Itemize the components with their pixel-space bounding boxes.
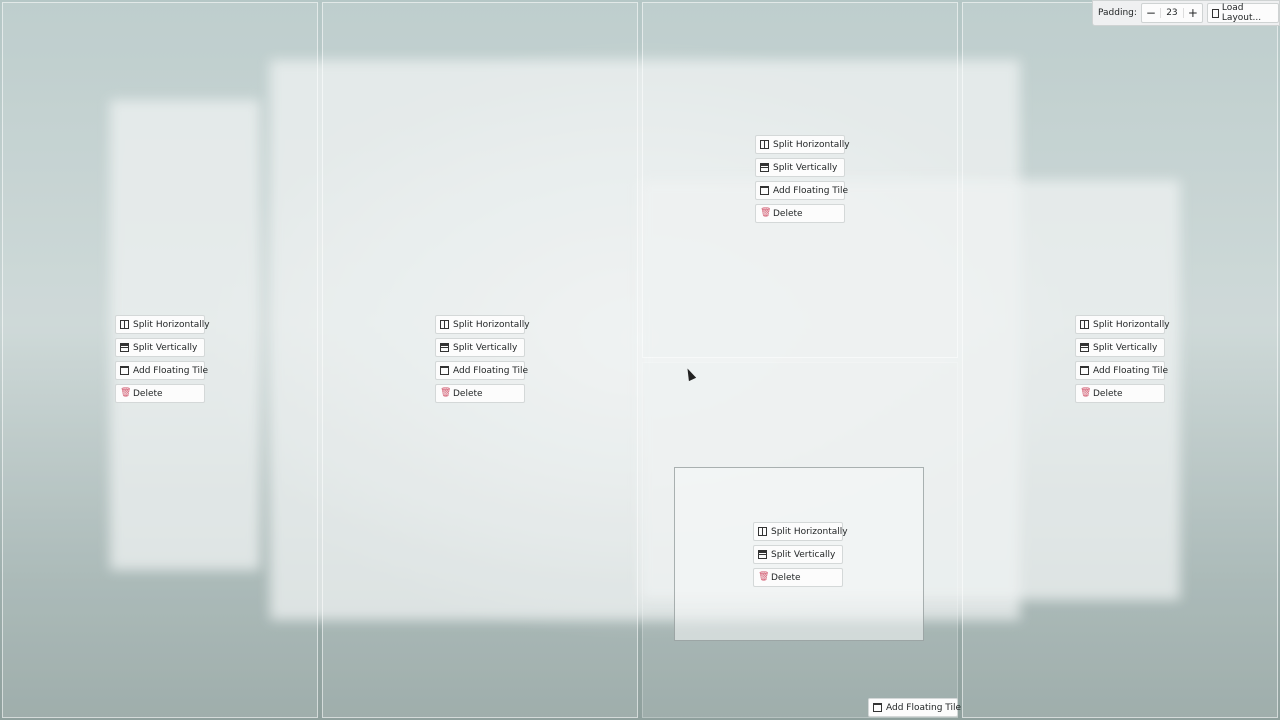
button-label: Delete xyxy=(771,572,801,583)
split-horizontal-icon xyxy=(760,140,769,149)
split-vertically-button[interactable]: Split Vertically xyxy=(753,545,843,564)
button-label: Delete xyxy=(133,388,163,399)
floating-tile-icon xyxy=(760,186,769,195)
floating-tile-icon xyxy=(873,703,882,712)
floating-tile-icon xyxy=(120,366,129,375)
split-vertically-button[interactable]: Split Vertically xyxy=(435,338,525,357)
trash-icon: 🗑︎ xyxy=(760,208,772,218)
tiling-editor: Split Horizontally Split Vertically Add Fl… xyxy=(0,0,1280,720)
split-vertical-icon xyxy=(758,550,767,559)
button-label: Add Floating Tile xyxy=(453,365,529,376)
button-label: Delete xyxy=(773,208,803,219)
document-icon xyxy=(1211,8,1219,18)
tile-column-1-actions: Split Horizontally Split Vertically Add Fl… xyxy=(115,315,210,403)
split-vertically-button[interactable]: Split Vertically xyxy=(115,338,205,357)
split-vertically-button[interactable]: Split Vertically xyxy=(755,158,845,177)
button-label: Split Horizontally xyxy=(133,319,210,330)
add-floating-tile-button[interactable]: Add Floating Tile xyxy=(435,361,529,380)
button-label: Split Vertically xyxy=(1093,342,1158,353)
delete-button[interactable]: 🗑︎ Delete xyxy=(435,384,525,403)
button-label: Split Horizontally xyxy=(453,319,530,330)
trash-icon: 🗑︎ xyxy=(120,388,132,398)
floating-tile-icon xyxy=(1080,366,1089,375)
trash-icon: 🗑︎ xyxy=(758,572,770,582)
split-vertical-icon xyxy=(120,343,129,352)
tile-column-4-actions: Split Horizontally Split Vertically Add Fl… xyxy=(1075,315,1170,403)
button-label: Split Vertically xyxy=(773,162,838,173)
button-label: Split Horizontally xyxy=(771,526,848,537)
button-label: Add Floating Tile xyxy=(773,185,849,196)
button-label: Delete xyxy=(453,388,483,399)
tile-column-2-actions: Split Horizontally Split Vertically Add Fl… xyxy=(435,315,530,403)
split-horizontally-button[interactable]: Split Horizontally xyxy=(115,315,210,334)
split-horizontally-button[interactable]: Split Horizontally xyxy=(435,315,530,334)
button-label: Delete xyxy=(1093,388,1123,399)
button-label: Split Vertically xyxy=(771,549,836,560)
floating-tile-actions: Split Horizontally Split Vertically 🗑︎ Dele… xyxy=(753,522,848,587)
trash-icon: 🗑︎ xyxy=(1080,388,1092,398)
split-vertical-icon xyxy=(440,343,449,352)
button-label: Add Floating Tile xyxy=(886,702,962,713)
button-label: Split Vertically xyxy=(133,342,198,353)
increment-button[interactable]: + xyxy=(1184,6,1202,20)
delete-button[interactable]: 🗑︎ Delete xyxy=(115,384,205,403)
delete-button[interactable]: 🗑︎ Delete xyxy=(755,204,845,223)
split-horizontal-icon xyxy=(758,527,767,536)
add-floating-tile-button[interactable]: Add Floating Tile xyxy=(1075,361,1169,380)
split-vertically-button[interactable]: Split Vertically xyxy=(1075,338,1165,357)
add-floating-tile-button[interactable]: Add Floating Tile xyxy=(115,361,209,380)
delete-button[interactable]: 🗑︎ Delete xyxy=(1075,384,1165,403)
trash-icon: 🗑︎ xyxy=(440,388,452,398)
tile-column-3-top-actions: Split Horizontally Split Vertically Add Fl… xyxy=(755,135,850,223)
load-layout-button[interactable]: Load Layout... xyxy=(1206,3,1279,23)
add-floating-tile-button[interactable]: Add Floating Tile xyxy=(755,181,849,200)
decrement-button[interactable]: − xyxy=(1142,6,1160,20)
button-label: Load Layout... xyxy=(1221,3,1262,23)
button-label: Add Floating Tile xyxy=(133,365,209,376)
split-horizontally-button[interactable]: Split Horizontally xyxy=(755,135,850,154)
split-horizontally-button[interactable]: Split Horizontally xyxy=(1075,315,1170,334)
delete-button[interactable]: 🗑︎ Delete xyxy=(753,568,843,587)
button-label: Split Horizontally xyxy=(773,139,850,150)
button-label: Add Floating Tile xyxy=(1093,365,1169,376)
floating-tile-icon xyxy=(440,366,449,375)
split-vertical-icon xyxy=(1080,343,1089,352)
padding-spinbox[interactable]: − 23 + xyxy=(1140,3,1203,23)
split-vertical-icon xyxy=(760,163,769,172)
button-label: Split Vertically xyxy=(453,342,518,353)
add-floating-tile-button[interactable]: Add Floating Tile xyxy=(868,698,962,717)
padding-value[interactable]: 23 xyxy=(1159,8,1184,18)
split-horizontal-icon xyxy=(1080,320,1089,329)
split-horizontally-button[interactable]: Split Horizontally xyxy=(753,522,848,541)
editor-toolbar: Padding: − 23 + Load Layout... xyxy=(1092,0,1280,26)
split-horizontal-icon xyxy=(120,320,129,329)
split-horizontal-icon xyxy=(440,320,449,329)
button-label: Split Horizontally xyxy=(1093,319,1170,330)
padding-label: Padding: xyxy=(1098,8,1137,18)
